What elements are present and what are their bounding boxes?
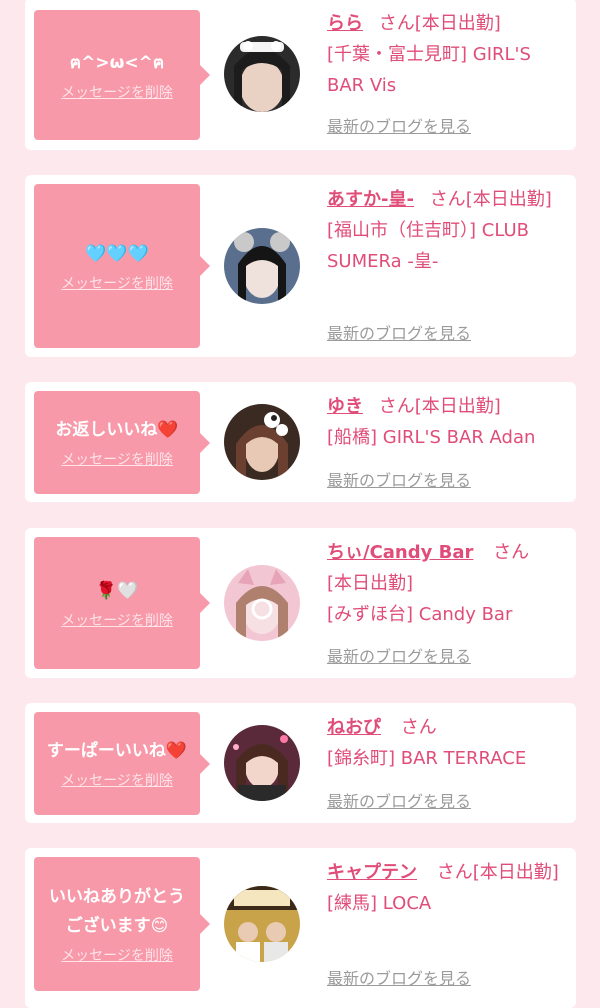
- status-label: [本日出勤]: [465, 189, 552, 210]
- status-label: [本日出勤]: [414, 13, 501, 34]
- profile-name-link[interactable]: ねおぴ: [327, 717, 381, 738]
- delete-message-link[interactable]: メッセージを削除: [61, 273, 173, 293]
- latest-blog-link[interactable]: 最新のブログを見る: [327, 467, 471, 491]
- message-bubble: いいねありがとうございます😊 メッセージを削除: [34, 857, 210, 991]
- message-card: すーぱーいいね❤️ メッセージを削除 ねおぴ さん [錦糸町] BAR TERR…: [25, 703, 576, 823]
- delete-message-link[interactable]: メッセージを削除: [61, 770, 173, 790]
- delete-message-link[interactable]: メッセージを削除: [61, 449, 173, 469]
- message-text: お返しいいね❤️: [55, 420, 179, 440]
- message-card: お返しいいね❤️ メッセージを削除 ゆき さん[本日出勤] [船橋] GIRL'…: [25, 382, 576, 502]
- latest-blog-link[interactable]: 最新のブログを見る: [327, 113, 471, 137]
- avatar[interactable]: [224, 725, 300, 801]
- message-text: すーぱーいいね❤️: [46, 741, 188, 761]
- profile-name-link[interactable]: あすか-皇-: [327, 189, 414, 210]
- message-text: 🩵🩵🩵: [85, 243, 149, 264]
- location-label: [練馬] LOCA: [327, 893, 432, 914]
- avatar[interactable]: [224, 565, 300, 641]
- avatar[interactable]: [224, 36, 300, 112]
- location-label: [千葉・富士見町] GIRL'S BAR Vis: [327, 44, 531, 96]
- latest-blog-link[interactable]: 最新のブログを見る: [327, 643, 471, 667]
- avatar[interactable]: [224, 228, 300, 304]
- message-bubble: ฅ^>ω<^ฅ メッセージを削除: [34, 10, 210, 140]
- profile-info: ねおぴ さん [錦糸町] BAR TERRACE: [327, 712, 573, 774]
- delete-message-link[interactable]: メッセージを削除: [61, 82, 173, 102]
- profile-info: キャプテン さん[本日出勤] [練馬] LOCA: [327, 857, 573, 919]
- location-label: [みずほ台] Candy Bar: [327, 604, 513, 625]
- honorific: さん: [429, 189, 466, 210]
- message-card: ฅ^>ω<^ฅ メッセージを削除 らら さん[本日出勤] [千葉・富士見町] G…: [25, 0, 576, 150]
- message-text: 🌹🤍: [95, 580, 139, 601]
- latest-blog-link[interactable]: 最新のブログを見る: [327, 965, 471, 989]
- profile-info: らら さん[本日出勤] [千葉・富士見町] GIRL'S BAR Vis: [327, 8, 573, 101]
- profile-info: ちぃ/Candy Bar さん [本日出勤] [みずほ台] Candy Bar: [327, 537, 573, 630]
- message-card: いいねありがとうございます😊 メッセージを削除 キャプテン さん[本日出勤] […: [25, 848, 576, 1008]
- profile-info: あすか-皇- さん[本日出勤] [福山市（住吉町）] CLUB SUMERa -…: [327, 184, 573, 277]
- avatar[interactable]: [224, 404, 300, 480]
- location-label: [錦糸町] BAR TERRACE: [327, 748, 527, 769]
- message-card: 🩵🩵🩵 メッセージを削除 あすか-皇- さん[本日出勤] [福山市（住吉町）] …: [25, 175, 576, 357]
- honorific: さん: [400, 717, 437, 738]
- profile-name-link[interactable]: らら: [327, 13, 363, 34]
- message-bubble: 🩵🩵🩵 メッセージを削除: [34, 184, 210, 348]
- message-text: いいねありがとうございます😊: [49, 887, 185, 936]
- location-label: [福山市（住吉町）] CLUB SUMERa -皇-: [327, 220, 529, 272]
- honorific: さん: [436, 862, 473, 883]
- profile-name-link[interactable]: ちぃ/Candy Bar: [327, 542, 473, 563]
- status-label: [本日出勤]: [327, 573, 414, 594]
- message-text: ฅ^>ω<^ฅ: [69, 52, 165, 73]
- status-label: [本日出勤]: [414, 396, 501, 417]
- profile-info: ゆき さん[本日出勤] [船橋] GIRL'S BAR Adan: [327, 391, 573, 453]
- message-bubble: すーぱーいいね❤️ メッセージを削除: [34, 712, 210, 815]
- honorific: さん: [378, 13, 415, 34]
- delete-message-link[interactable]: メッセージを削除: [61, 610, 173, 630]
- honorific: さん: [493, 542, 530, 563]
- status-label: [本日出勤]: [472, 862, 559, 883]
- profile-name-link[interactable]: ゆき: [327, 396, 363, 417]
- message-bubble: お返しいいね❤️ メッセージを削除: [34, 391, 210, 494]
- avatar[interactable]: [224, 886, 300, 962]
- message-bubble: 🌹🤍 メッセージを削除: [34, 537, 210, 669]
- delete-message-link[interactable]: メッセージを削除: [61, 945, 173, 965]
- location-label: [船橋] GIRL'S BAR Adan: [327, 427, 536, 448]
- message-card: 🌹🤍 メッセージを削除 ちぃ/Candy Bar さん [本日出勤] [みずほ台…: [25, 528, 576, 678]
- honorific: さん: [378, 396, 415, 417]
- latest-blog-link[interactable]: 最新のブログを見る: [327, 788, 471, 812]
- profile-name-link[interactable]: キャプテン: [327, 862, 417, 883]
- latest-blog-link[interactable]: 最新のブログを見る: [327, 320, 471, 344]
